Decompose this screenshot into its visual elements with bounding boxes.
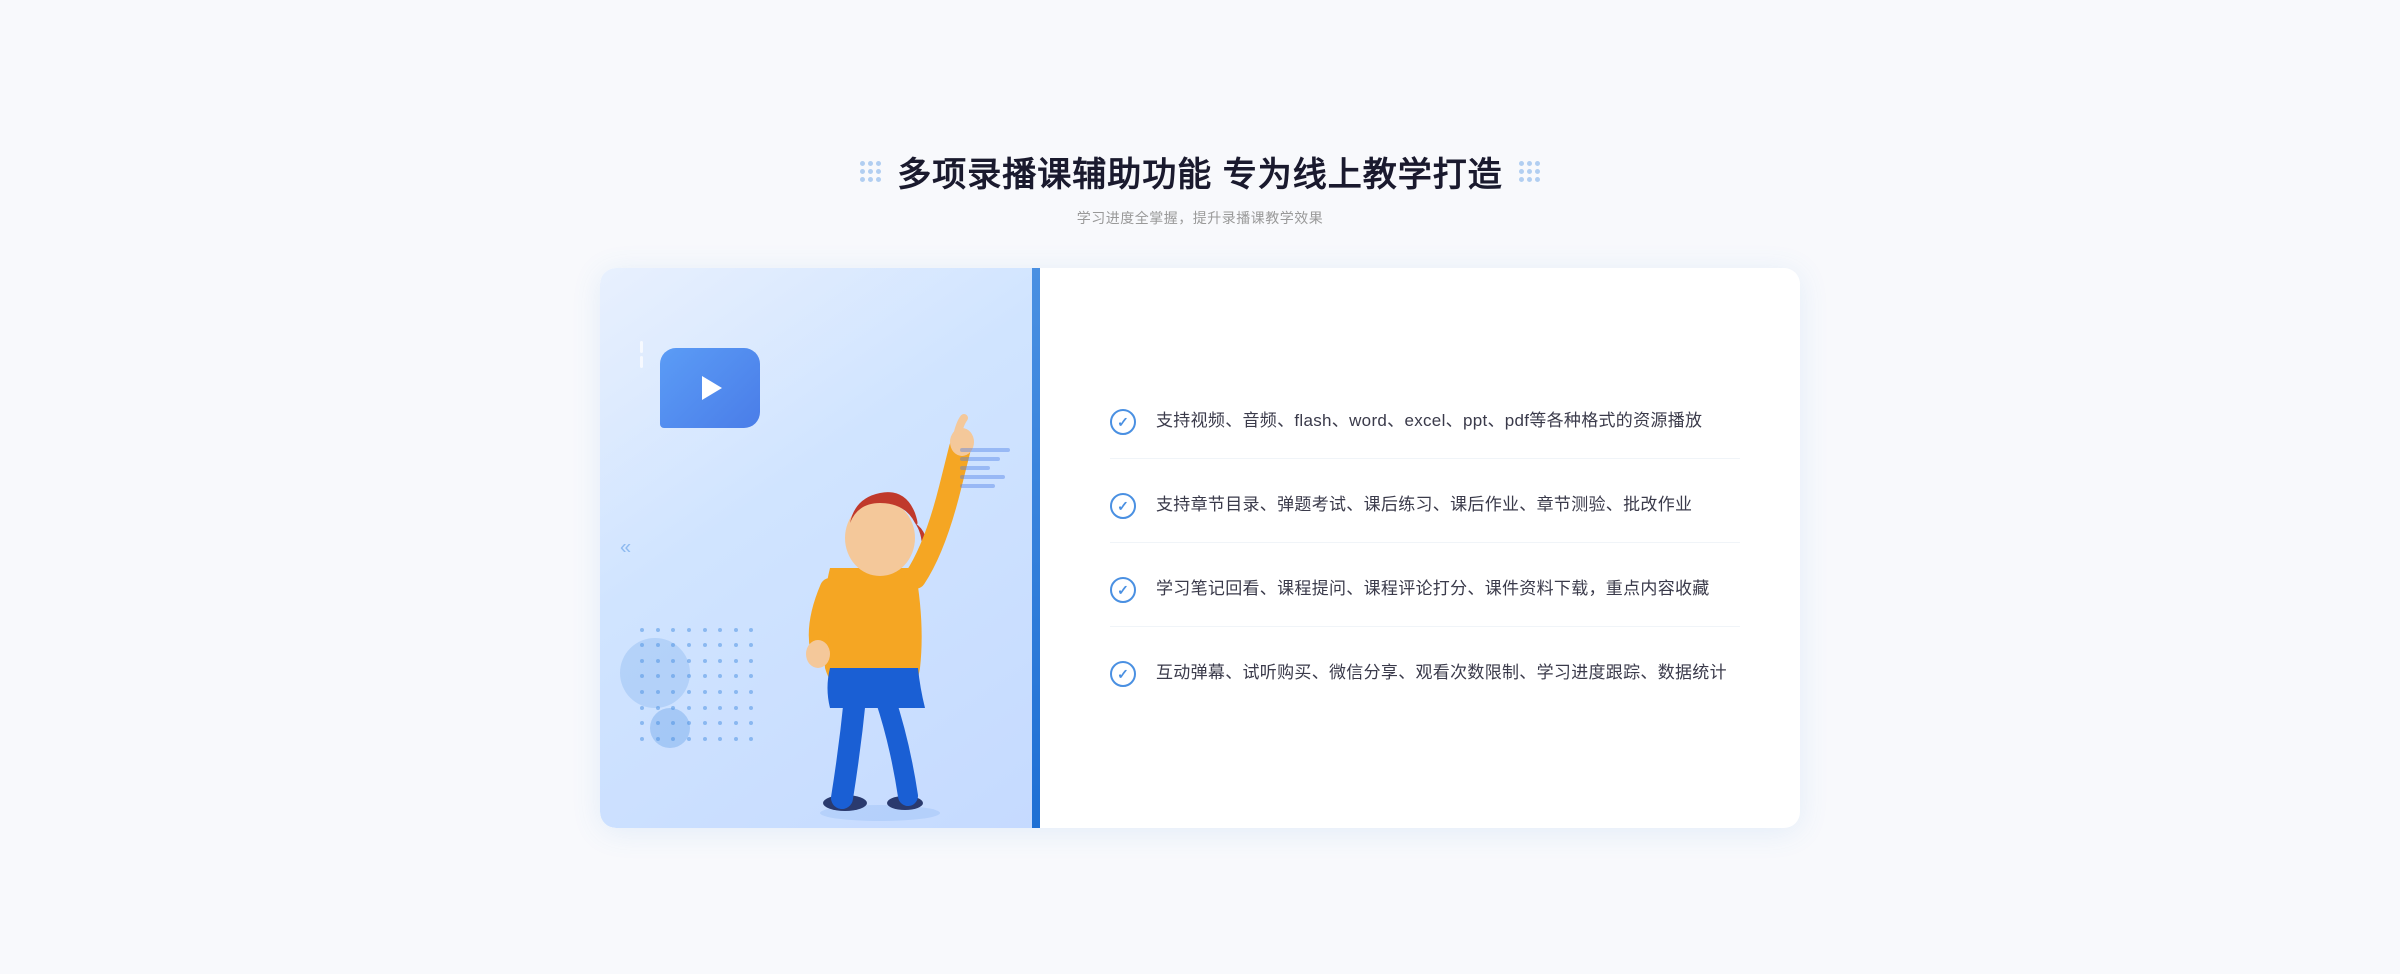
blue-accent-bar: [1032, 268, 1040, 828]
video-bubble: [660, 348, 760, 428]
feature-text-4: 互动弹幕、试听购买、微信分享、观看次数限制、学习进度跟踪、数据统计: [1156, 659, 1727, 688]
check-icon-2: ✓: [1110, 493, 1136, 519]
features-panel: ✓ 支持视频、音频、flash、word、excel、ppt、pdf等各种格式的…: [1040, 268, 1800, 828]
header-section: 多项录播课辅助功能 专为线上教学打造 学习进度全掌握，提升录播课教学效果: [600, 147, 1800, 228]
feature-text-1: 支持视频、音频、flash、word、excel、ppt、pdf等各种格式的资源…: [1156, 407, 1702, 436]
check-icon-3: ✓: [1110, 577, 1136, 603]
main-content-area: « ✓ 支持视频、音频、flash、word、excel、ppt、pdf等各种格…: [600, 268, 1800, 828]
person-illustration: [750, 368, 1010, 828]
stripes-decoration: [960, 448, 1010, 528]
page-title: 多项录播课辅助功能 专为线上教学打造: [897, 147, 1502, 196]
left-nav-arrow[interactable]: «: [620, 536, 631, 559]
check-icon-4: ✓: [1110, 661, 1136, 687]
right-dots-decoration: [1519, 161, 1540, 182]
decorative-circle-small: [650, 708, 690, 748]
page-wrapper: 多项录播课辅助功能 专为线上教学打造 学习进度全掌握，提升录播课教学效果: [600, 147, 1800, 828]
left-dots-decoration: [860, 161, 881, 182]
check-icon-1: ✓: [1110, 409, 1136, 435]
title-row: 多项录播课辅助功能 专为线上教学打造: [600, 147, 1800, 196]
feature-text-3: 学习笔记回看、课程提问、课程评论打分、课件资料下载，重点内容收藏: [1156, 575, 1710, 604]
decorative-circle-large: [620, 638, 690, 708]
feature-item-2: ✓ 支持章节目录、弹题考试、课后练习、课后作业、章节测验、批改作业: [1110, 469, 1740, 543]
feature-item-3: ✓ 学习笔记回看、课程提问、课程评论打分、课件资料下载，重点内容收藏: [1110, 553, 1740, 627]
feature-item-4: ✓ 互动弹幕、试听购买、微信分享、观看次数限制、学习进度跟踪、数据统计: [1110, 637, 1740, 710]
play-icon: [702, 376, 722, 400]
feature-item-1: ✓ 支持视频、音频、flash、word、excel、ppt、pdf等各种格式的…: [1110, 385, 1740, 459]
feature-text-2: 支持章节目录、弹题考试、课后练习、课后作业、章节测验、批改作业: [1156, 491, 1692, 520]
page-subtitle: 学习进度全掌握，提升录播课教学效果: [600, 208, 1800, 228]
shine-decoration: [640, 338, 643, 371]
illustration-panel: «: [600, 268, 1040, 828]
